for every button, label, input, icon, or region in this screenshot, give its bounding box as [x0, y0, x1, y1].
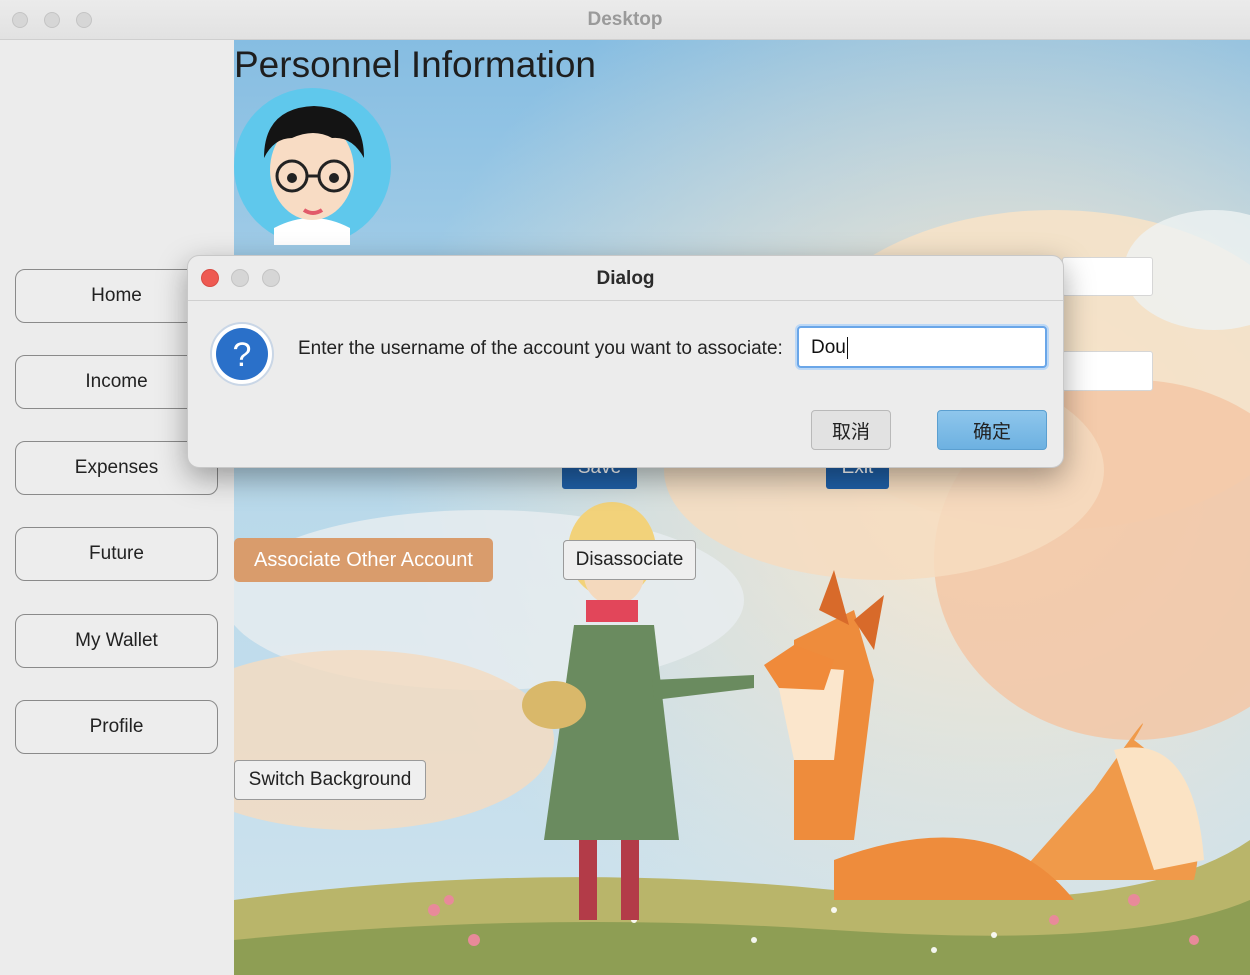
associate-account-button[interactable]: Associate Other Account [234, 538, 493, 582]
cancel-button[interactable]: 取消 [811, 410, 891, 450]
avatar[interactable] [234, 88, 391, 245]
sidebar [0, 40, 234, 975]
page-title: Personnel Information [234, 44, 596, 85]
disassociate-button[interactable]: Disassociate [563, 540, 696, 580]
sidebar-item-my-wallet[interactable]: My Wallet [15, 614, 218, 668]
profile-field-2[interactable] [1062, 351, 1153, 391]
text-caret [846, 337, 849, 359]
sidebar-item-future[interactable]: Future [15, 527, 218, 581]
profile-field-1[interactable] [1062, 257, 1153, 296]
window-titlebar: Desktop [0, 0, 1250, 40]
svg-text:?: ? [233, 336, 252, 374]
window-title: Desktop [587, 9, 663, 30]
username-input-value: Dou [811, 337, 846, 359]
question-icon: ? [210, 322, 274, 386]
associate-account-dialog: Dialog ? Enter the username of the accou… [187, 255, 1064, 468]
dialog-title: Dialog [596, 268, 655, 289]
sidebar-item-profile[interactable]: Profile [15, 700, 218, 754]
ok-button[interactable]: 确定 [937, 410, 1047, 450]
username-input[interactable]: Dou [797, 326, 1047, 368]
switch-background-button[interactable]: Switch Background [234, 760, 426, 800]
dialog-titlebar: Dialog [188, 256, 1063, 301]
dialog-prompt: Enter the username of the account you wa… [298, 338, 783, 359]
